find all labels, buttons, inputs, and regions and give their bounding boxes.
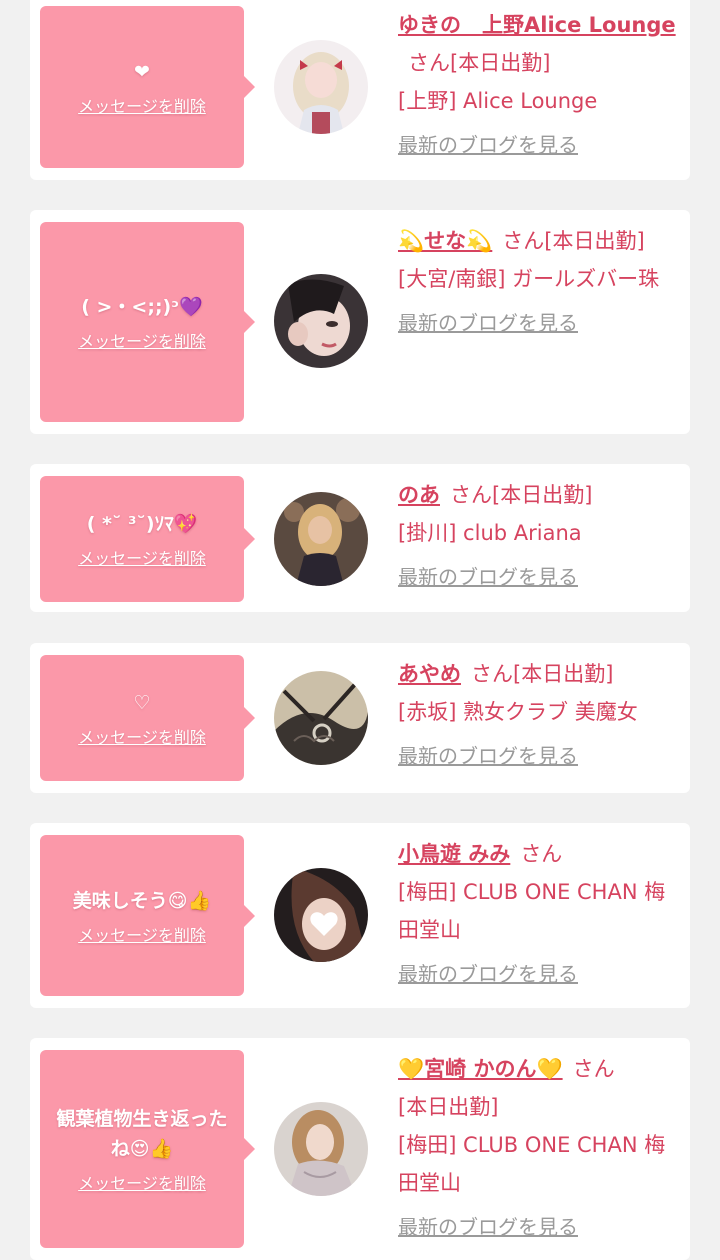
message-bubble: ( >・<;;)ᵓ💜 メッセージを削除 (40, 222, 255, 422)
avatar[interactable] (274, 40, 368, 134)
avatar[interactable] (274, 274, 368, 368)
status-text: [本日出勤] (513, 662, 614, 686)
shop-text: [大宮/南銀] ガールズバー珠 (398, 267, 660, 291)
avatar-dark-hair-icon (274, 274, 368, 368)
avatar-blonde-dress-icon (274, 492, 368, 586)
message-card: 観葉植物生き返ったね😍👍 メッセージを削除 💛宮崎 かのん💛 さん [本日出勤] … (30, 1038, 690, 1260)
san-suffix: さん (408, 51, 450, 75)
cast-info: 💫せな💫 さん[本日出勤] [大宮/南銀] ガールズバー珠 最新のブログを見る (398, 222, 680, 342)
delete-message-link[interactable]: メッセージを削除 (78, 93, 206, 117)
delete-message-link[interactable]: メッセージを削除 (78, 922, 206, 946)
delete-message-link[interactable]: メッセージを削除 (78, 545, 206, 569)
shop-text: [梅田] CLUB ONE CHAN 梅田堂山 (398, 1133, 666, 1195)
san-suffix: さん (502, 229, 545, 253)
message-text: 観葉植物生き返ったね😍👍 (56, 1108, 228, 1160)
latest-blog-link[interactable]: 最新のブログを見る (398, 1208, 578, 1246)
avatar[interactable] (274, 492, 368, 586)
san-suffix: さん (471, 662, 513, 686)
message-bubble: ♡ メッセージを削除 (40, 655, 255, 781)
avatar[interactable] (274, 868, 368, 962)
cast-info: ゆきの 上野Alice Lounge さん[本日出勤] [上野] Alice Lo… (398, 6, 680, 164)
latest-blog-link[interactable]: 最新のブログを見る (398, 558, 578, 596)
shop-text: [梅田] CLUB ONE CHAN 梅田堂山 (398, 880, 666, 942)
latest-blog-link[interactable]: 最新のブログを見る (398, 126, 578, 164)
message-card: ( *˘ ³˘)ｿﾏ💖 メッセージを削除 のあ さん[本日出勤] [掛川] clu… (30, 464, 690, 612)
avatar[interactable] (274, 671, 368, 765)
message-text: ( >・<;;)ᵓ💜 (81, 296, 203, 318)
san-suffix: さん (450, 483, 492, 507)
avatar-blonde-pink-icon (274, 40, 368, 134)
cast-info: 💛宮崎 かのん💛 さん [本日出勤] [梅田] CLUB ONE CHAN 梅田堂… (398, 1050, 680, 1246)
message-text: ( *˘ ³˘)ｿﾏ💖 (86, 513, 198, 535)
status-text: [本日出勤] (450, 51, 551, 75)
shop-text: [掛川] club Ariana (398, 521, 582, 545)
message-text: ❤ (134, 61, 150, 83)
latest-blog-link[interactable]: 最新のブログを見る (398, 955, 578, 993)
status-text: [本日出勤] (398, 1095, 499, 1119)
avatar-heart-face-icon (274, 868, 368, 962)
message-text: 美味しそう😋👍 (72, 889, 212, 912)
message-card: 美味しそう😋👍 メッセージを削除 小鳥遊 みみ さん [梅田] CLUB ONE … (30, 823, 690, 1008)
cast-info: のあ さん[本日出勤] [掛川] club Ariana 最新のブログを見る (398, 476, 680, 596)
delete-message-link[interactable]: メッセージを削除 (78, 724, 206, 748)
message-bubble: ❤ メッセージを削除 (40, 6, 255, 168)
message-card: ❤ メッセージを削除 ゆきの 上野Alice Lounge さん[本日出勤] [上… (30, 0, 690, 180)
shop-text: [上野] Alice Lounge (398, 89, 598, 113)
cast-name-link[interactable]: 💛宮崎 かのん💛 (398, 1057, 563, 1081)
cast-name-link[interactable]: のあ (398, 483, 440, 507)
cast-info: あやめ さん[本日出勤] [赤坂] 熟女クラブ 美魔女 最新のブログを見る (398, 655, 680, 775)
avatar[interactable] (274, 1102, 368, 1196)
cast-name-link[interactable]: 小鳥遊 みみ (398, 842, 510, 866)
message-card: ♡ メッセージを削除 あやめ さん[本日出勤] [赤坂] 熟女クラブ 美魔女 最新… (30, 643, 690, 793)
avatar-light-hair-icon (274, 1102, 368, 1196)
delete-message-link[interactable]: メッセージを削除 (78, 1170, 206, 1194)
cast-info: 小鳥遊 みみ さん [梅田] CLUB ONE CHAN 梅田堂山 最新のブログを… (398, 835, 680, 993)
status-text: [本日出勤] (492, 483, 593, 507)
message-bubble: 美味しそう😋👍 メッセージを削除 (40, 835, 255, 996)
shop-text: [赤坂] 熟女クラブ 美魔女 (398, 700, 638, 724)
latest-blog-link[interactable]: 最新のブログを見る (398, 304, 578, 342)
cast-name-link[interactable]: 💫せな💫 (398, 229, 492, 253)
status-text: [本日出勤] (544, 229, 645, 253)
san-suffix: さん (572, 1057, 615, 1081)
message-bubble: ( *˘ ³˘)ｿﾏ💖 メッセージを削除 (40, 476, 255, 602)
avatar-lace-icon (274, 671, 368, 765)
latest-blog-link[interactable]: 最新のブログを見る (398, 737, 578, 775)
message-text: ♡ (133, 692, 151, 714)
san-suffix: さん (520, 842, 563, 866)
cast-name-link[interactable]: ゆきの 上野Alice Lounge (398, 13, 676, 37)
delete-message-link[interactable]: メッセージを削除 (78, 328, 206, 352)
message-card: ( >・<;;)ᵓ💜 メッセージを削除 💫せな💫 さん[本日出勤] [大宮/南銀]… (30, 210, 690, 434)
cast-name-link[interactable]: あやめ (398, 662, 461, 686)
message-bubble: 観葉植物生き返ったね😍👍 メッセージを削除 (40, 1050, 255, 1248)
